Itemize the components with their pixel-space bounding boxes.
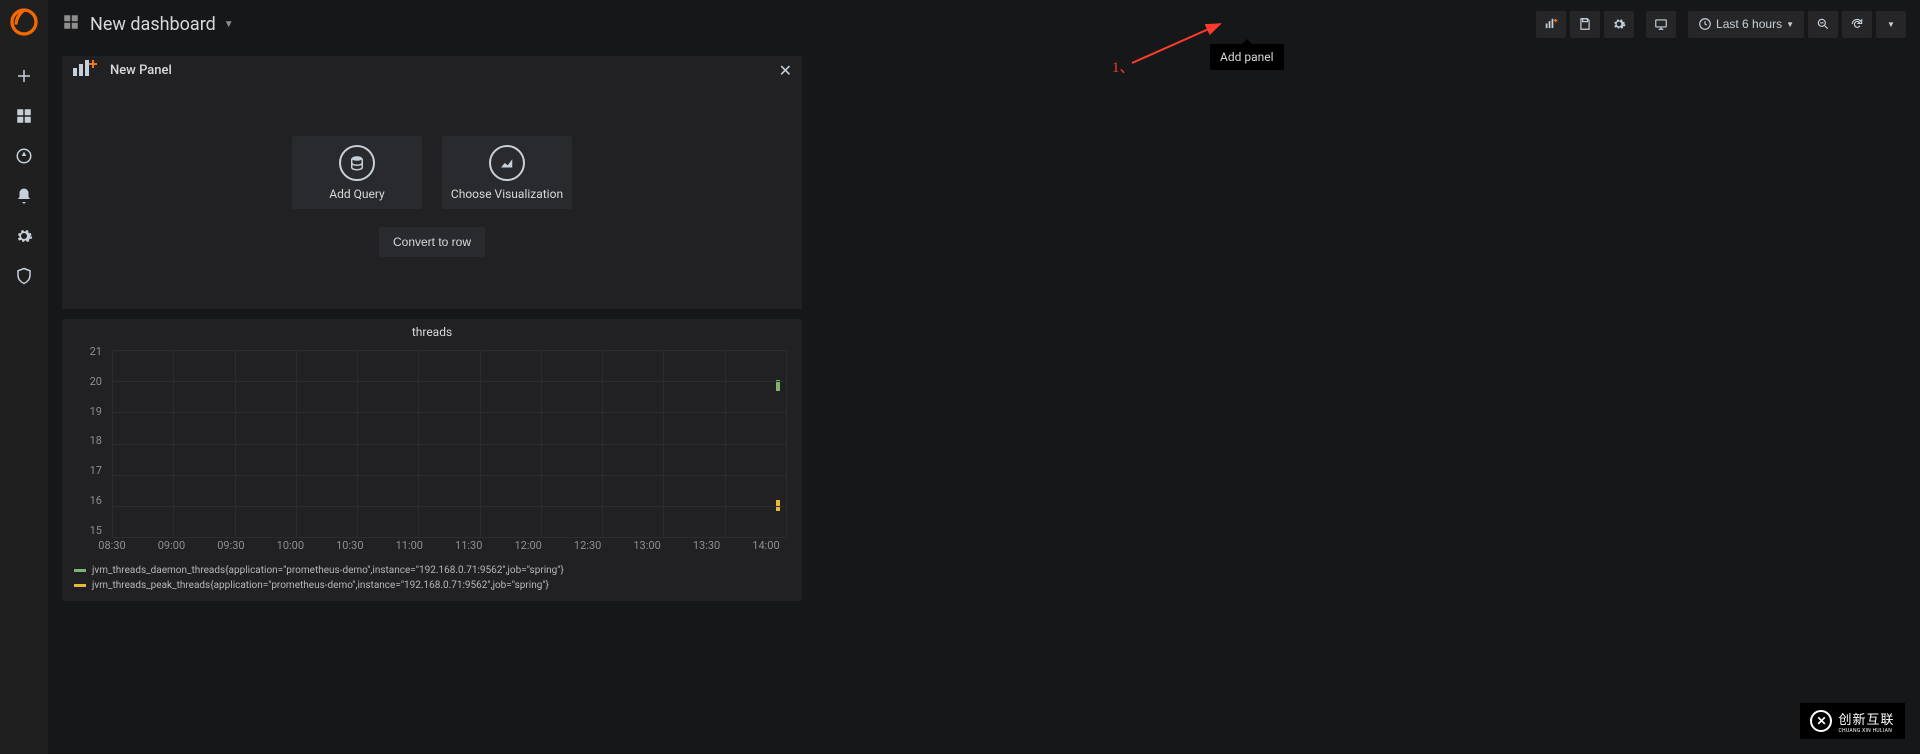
legend-chip-2	[74, 584, 86, 587]
watermark-icon: ✕	[1810, 710, 1832, 732]
alerting-icon[interactable]	[4, 176, 44, 216]
chart-body[interactable]: 21201918171615 08:3009:0009:3010:0010:30…	[62, 345, 802, 557]
legend-item-2[interactable]: jvm_threads_peak_threads{application="pr…	[74, 578, 790, 593]
chart-icon	[489, 145, 525, 181]
topbar: New dashboard ▼ Last 6 hours ▼ ▼	[48, 0, 1920, 48]
watermark: ✕ 创新互联 CHUANG XIN HULIAN	[1800, 703, 1905, 739]
grafana-logo-icon[interactable]	[8, 6, 40, 38]
left-sidebar	[0, 0, 48, 754]
settings-button[interactable]	[1604, 11, 1634, 38]
new-panel: New Panel ✕ Add Query Choose Visualizati…	[62, 56, 802, 309]
new-panel-title: New Panel	[110, 63, 172, 78]
chart-legend: jvm_threads_daemon_threads{application="…	[62, 557, 802, 601]
configuration-icon[interactable]	[4, 216, 44, 256]
refresh-interval-button[interactable]: ▼	[1876, 11, 1906, 38]
dashboard-grid-icon[interactable]	[62, 13, 80, 35]
chevron-down-icon: ▼	[224, 19, 234, 30]
dashboard-main: New Panel ✕ Add Query Choose Visualizati…	[48, 48, 1920, 754]
legend-chip-1	[74, 569, 86, 572]
cycle-view-button[interactable]	[1646, 11, 1676, 38]
x-axis: 08:3009:0009:3010:0010:3011:0011:3012:00…	[112, 539, 786, 555]
new-panel-header: New Panel ✕	[62, 56, 802, 84]
convert-to-row-button[interactable]: Convert to row	[379, 227, 485, 257]
chart-grid	[112, 350, 786, 537]
dashboard-title[interactable]: New dashboard ▼	[90, 14, 234, 35]
y-axis: 21201918171615	[72, 345, 102, 537]
bar-chart-plus-icon	[72, 59, 100, 81]
database-icon	[339, 145, 375, 181]
explore-icon[interactable]	[4, 136, 44, 176]
create-icon[interactable]	[4, 56, 44, 96]
refresh-button[interactable]	[1842, 11, 1872, 38]
add-query-button[interactable]: Add Query	[292, 136, 422, 209]
choose-visualization-button[interactable]: Choose Visualization	[442, 136, 572, 209]
shield-icon[interactable]	[4, 256, 44, 296]
dashboards-icon[interactable]	[4, 96, 44, 136]
threads-chart-panel: threads 21201918171615 08:3009:0009:3010…	[62, 319, 802, 601]
zoom-out-button[interactable]	[1808, 11, 1838, 38]
chart-title: threads	[62, 319, 802, 345]
add-panel-button[interactable]	[1536, 11, 1566, 38]
save-button[interactable]	[1570, 11, 1600, 38]
time-range-button[interactable]: Last 6 hours ▼	[1688, 11, 1804, 38]
legend-item-1[interactable]: jvm_threads_daemon_threads{application="…	[74, 563, 790, 578]
close-icon[interactable]: ✕	[779, 61, 792, 80]
